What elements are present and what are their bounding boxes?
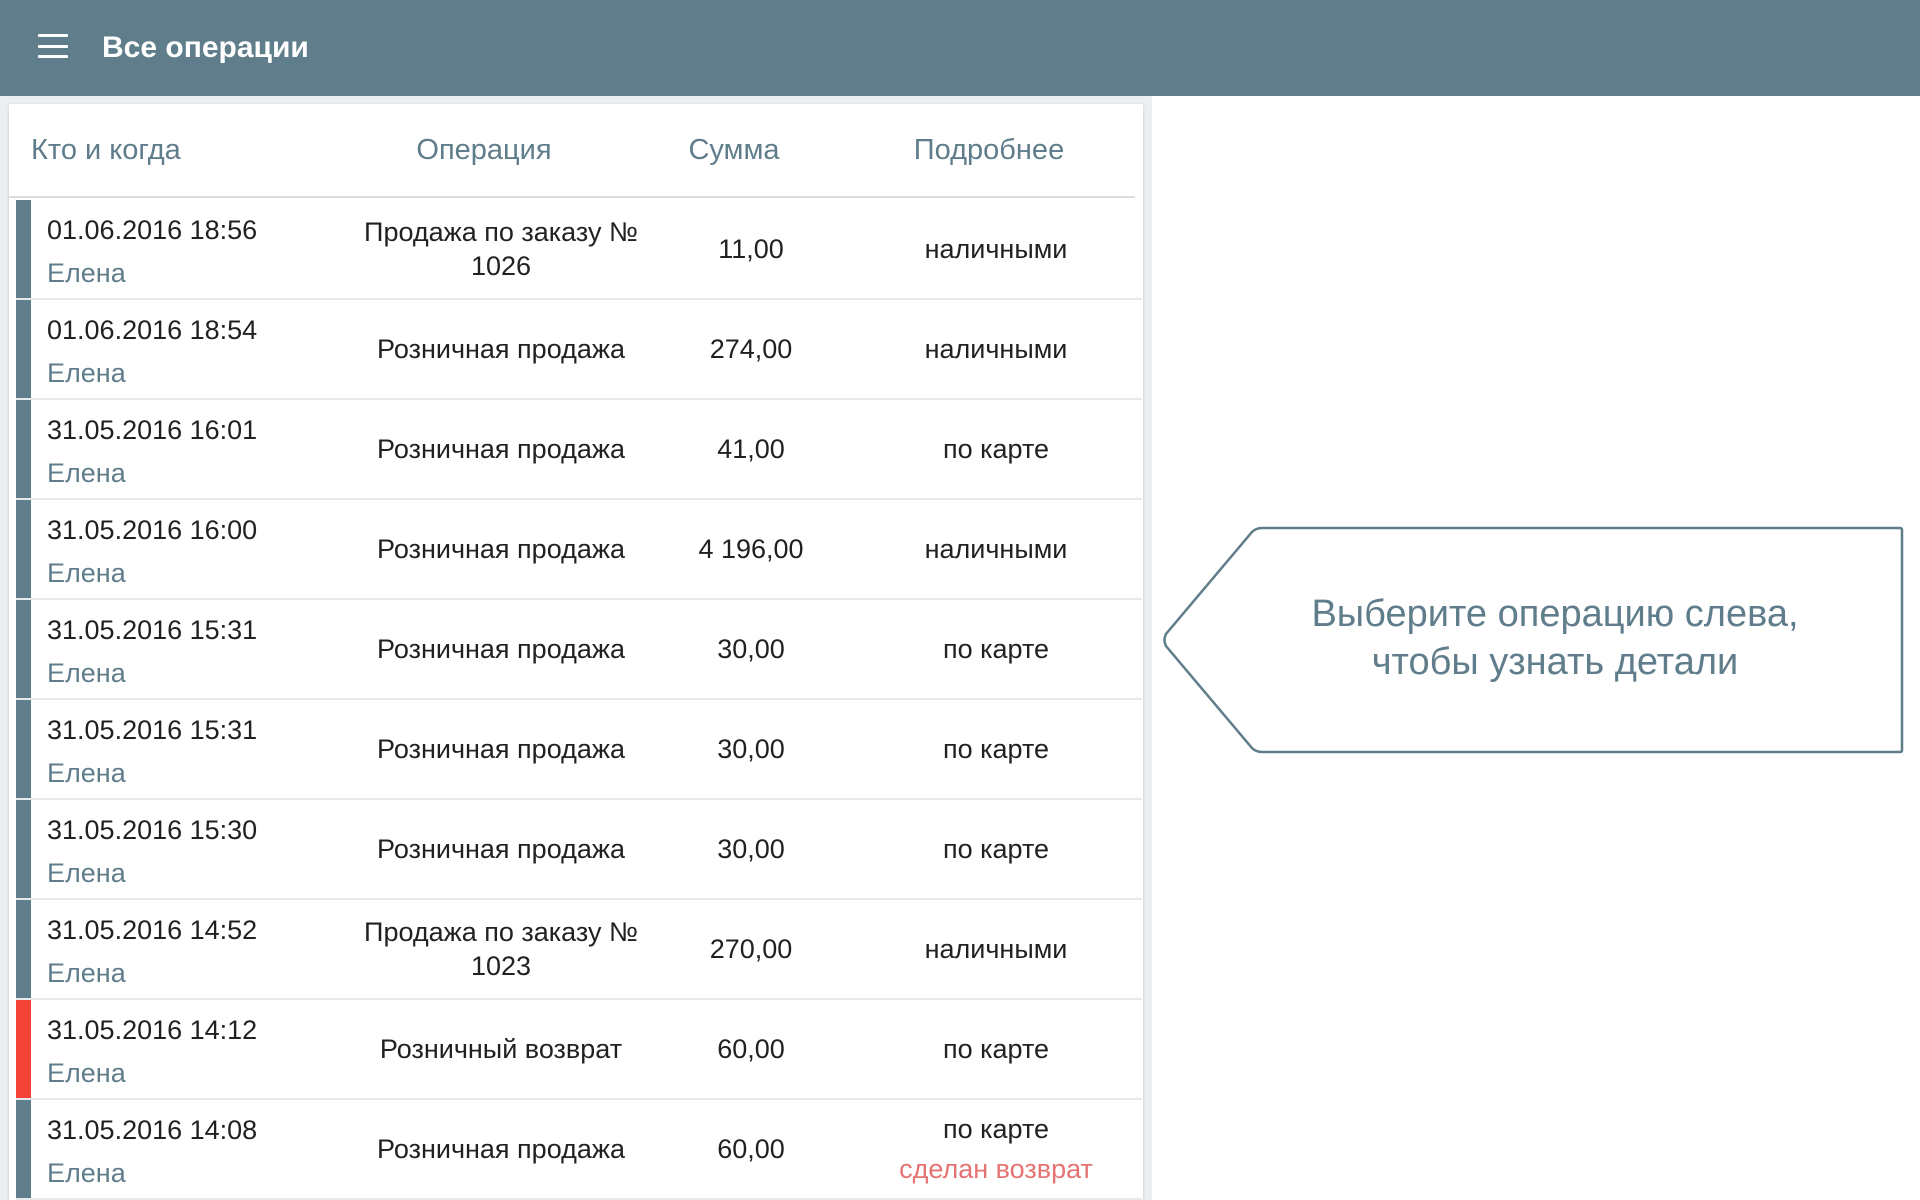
row-operation-label: Розничная продажа — [377, 834, 625, 864]
row-operation-label: Розничная продажа — [377, 334, 625, 364]
row-operation-label: Розничная продажа — [377, 434, 625, 464]
row-user: Елена — [47, 658, 126, 688]
row-status-marker — [16, 700, 31, 798]
row-status-marker — [16, 1000, 31, 1098]
row-date: 31.05.2016 15:31 — [47, 615, 258, 645]
row-status-marker — [16, 400, 31, 498]
row-operation-label: Розничная продажа — [377, 734, 625, 764]
row-operation-label: Продажа по заказу № 1023 — [364, 917, 638, 981]
table-row[interactable]: 31.05.2016 16:01 Елена Розничная продажа 41… — [16, 400, 1142, 500]
row-details: наличными — [831, 900, 1143, 998]
table-row[interactable]: 31.05.2016 16:00 Елена Розничная продажа 4 … — [16, 500, 1142, 600]
row-payment-method: по карте — [942, 434, 1050, 464]
row-details: по карте — [831, 700, 1143, 798]
row-operation-label: Розничная продажа — [377, 1134, 625, 1164]
table-row[interactable]: 31.05.2016 15:31 Елена Розничная продажа 30… — [16, 600, 1142, 700]
row-status-marker — [16, 600, 31, 698]
hamburger-menu-icon[interactable] — [38, 34, 68, 58]
row-user: Елена — [47, 458, 126, 488]
header-sum: Сумма — [688, 134, 780, 166]
row-operation-label: Продажа по заказу № 1026 — [364, 217, 638, 281]
table-header: Кто и когда Операция Сумма Подробнее — [9, 104, 1135, 198]
row-payment-method: по карте — [942, 1114, 1050, 1144]
operations-list: 01.06.2016 18:56 Елена Продажа по заказу №… — [16, 200, 1142, 1200]
row-user: Елена — [47, 258, 126, 288]
row-payment-method: по карте — [942, 634, 1050, 664]
row-details: по карте — [831, 800, 1143, 898]
table-row[interactable]: 31.05.2016 15:30 Елена Розничная продажа 30… — [16, 800, 1142, 900]
table-row[interactable]: 01.06.2016 18:54 Елена Розничная продажа 27… — [16, 300, 1142, 400]
row-details: по карте — [831, 400, 1143, 498]
row-date: 31.05.2016 14:12 — [47, 1015, 258, 1045]
row-date: 31.05.2016 15:31 — [47, 715, 258, 745]
row-date: 31.05.2016 15:30 — [47, 815, 258, 845]
row-user: Елена — [47, 858, 126, 888]
row-user: Елена — [47, 558, 126, 588]
row-date: 01.06.2016 18:56 — [47, 215, 258, 245]
table-row[interactable]: 01.06.2016 18:56 Елена Продажа по заказу №… — [16, 200, 1142, 300]
row-status-marker — [16, 800, 31, 898]
row-payment-method: по карте — [942, 834, 1050, 864]
row-payment-method: наличными — [924, 534, 1068, 564]
row-refund-note: сделан возврат — [899, 1154, 1093, 1184]
operations-card: Кто и когда Операция Сумма Подробнее 01.… — [9, 104, 1143, 1200]
table-row[interactable]: 31.05.2016 14:52 Елена Продажа по заказу №… — [16, 900, 1142, 1000]
row-operation-label: Розничная продажа — [377, 534, 625, 564]
row-operation-label: Розничная продажа — [377, 634, 625, 664]
row-details: по карте сделан возврат — [831, 1100, 1143, 1198]
operations-pane: Кто и когда Операция Сумма Подробнее 01.… — [0, 96, 1152, 1200]
row-status-marker — [16, 500, 31, 598]
table-row[interactable]: 31.05.2016 14:08 Елена Розничная продажа 60… — [16, 1100, 1142, 1200]
header-who-when: Кто и когда — [31, 134, 181, 166]
hint-text: Выберите операцию слева, чтобы узнать де… — [1290, 590, 1820, 686]
row-user: Елена — [47, 358, 126, 388]
app-bar: Все операции — [0, 0, 1920, 96]
row-payment-method: наличными — [924, 334, 1068, 364]
row-details: наличными — [831, 300, 1143, 398]
row-details: по карте — [831, 1000, 1143, 1098]
page-title: Все операции — [102, 31, 309, 64]
row-operation-label: Розничный возврат — [379, 1034, 623, 1064]
row-status-marker — [16, 1100, 31, 1198]
table-row[interactable]: 31.05.2016 14:12 Елена Розничный возврат 60… — [16, 1000, 1142, 1100]
hint-line-2: чтобы узнать детали — [1371, 641, 1739, 683]
row-date: 01.06.2016 18:54 — [47, 315, 258, 345]
row-date: 31.05.2016 16:01 — [47, 415, 258, 445]
row-date: 31.05.2016 14:52 — [47, 915, 258, 945]
row-date: 31.05.2016 16:00 — [47, 515, 258, 545]
row-payment-method: по карте — [942, 1034, 1050, 1064]
row-payment-method: наличными — [924, 934, 1068, 964]
row-user: Елена — [47, 1158, 126, 1188]
hint-line-1: Выберите операцию слева, — [1311, 593, 1799, 635]
row-details: наличными — [831, 200, 1143, 298]
header-details: Подробнее — [913, 134, 1065, 166]
table-row[interactable]: 31.05.2016 15:31 Елена Розничная продажа 30… — [16, 700, 1142, 800]
row-details: наличными — [831, 500, 1143, 598]
row-date: 31.05.2016 14:08 — [47, 1115, 258, 1145]
row-user: Елена — [47, 1058, 126, 1088]
row-user: Елена — [47, 758, 126, 788]
row-status-marker — [16, 900, 31, 998]
row-status-marker — [16, 200, 31, 298]
row-payment-method: наличными — [924, 234, 1068, 264]
row-details: по карте — [831, 600, 1143, 698]
row-payment-method: по карте — [942, 734, 1050, 764]
row-user: Елена — [47, 958, 126, 988]
row-status-marker — [16, 300, 31, 398]
